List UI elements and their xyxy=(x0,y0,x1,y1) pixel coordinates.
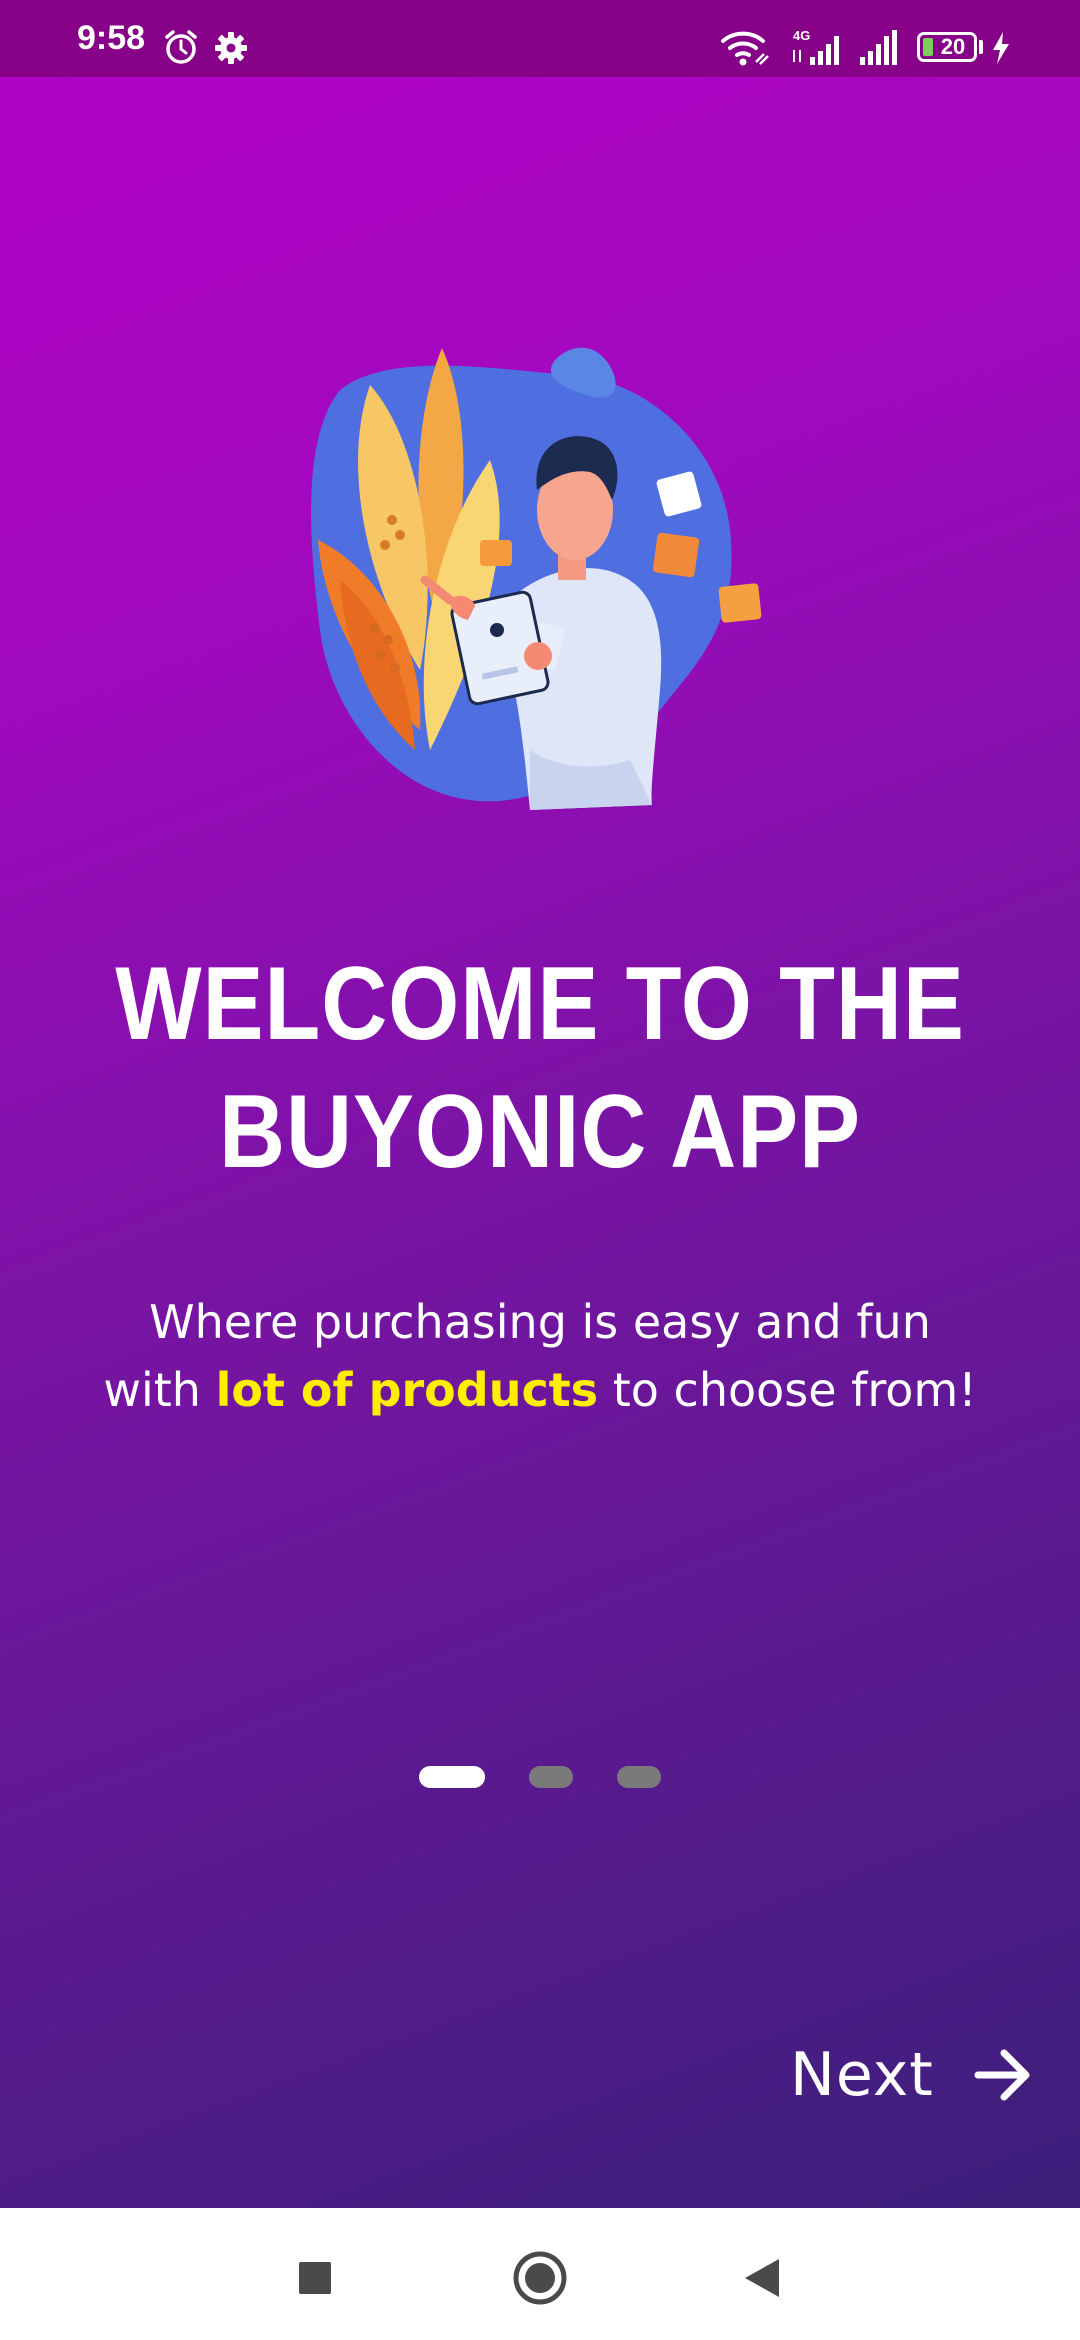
title-line-1: WELCOME TO THE xyxy=(115,946,965,1062)
subtitle-highlight: lot of products xyxy=(215,1363,599,1417)
battery-icon: 20 xyxy=(917,32,977,62)
page-dot-3[interactable] xyxy=(617,1766,661,1788)
alarm-icon xyxy=(162,28,200,71)
title-line-2: BUYONIC APP xyxy=(219,1074,861,1190)
welcome-title: WELCOME TO THE BUYONIC APP xyxy=(65,940,1015,1196)
charging-bolt-icon xyxy=(990,30,1012,71)
4g-signal-icon: 4G xyxy=(788,28,850,73)
home-circle-icon[interactable] xyxy=(500,2238,580,2318)
page-dot-2[interactable] xyxy=(529,1766,573,1788)
battery-level: 20 xyxy=(940,34,966,59)
person-with-tablet-illustration xyxy=(300,330,780,830)
battery-fill xyxy=(923,38,933,56)
system-navigation-bar xyxy=(0,2208,1080,2340)
subtitle-line-2-after: to choose from! xyxy=(598,1363,977,1417)
welcome-subtitle: Where purchasing is easy and fun with lo… xyxy=(0,1288,1080,1424)
recent-apps-square-icon[interactable] xyxy=(275,2238,355,2318)
page-indicator xyxy=(0,1766,1080,1790)
subtitle-line-2-before: with xyxy=(103,1363,216,1417)
arrow-right-icon xyxy=(974,2049,1030,2101)
status-bar: 9:58 4G 20 xyxy=(0,0,1080,77)
wifi-icon xyxy=(720,28,770,73)
signal-icon xyxy=(856,28,904,73)
svg-text:4G: 4G xyxy=(793,28,810,43)
settings-gear-icon xyxy=(213,30,249,71)
page-dot-1[interactable] xyxy=(419,1766,485,1788)
subtitle-line-1: Where purchasing is easy and fun xyxy=(149,1295,931,1349)
onboarding-screen: 9:58 4G 20 WELCOME TO THE BUYONIC APP Wh… xyxy=(0,0,1080,2208)
subtitle-line-2: with lot of products to choose from! xyxy=(0,1356,1080,1424)
battery-tip xyxy=(979,40,983,54)
next-button[interactable]: Next xyxy=(790,2040,1034,2110)
status-time: 9:58 xyxy=(77,19,146,57)
back-triangle-icon[interactable] xyxy=(722,2238,802,2318)
next-label: Next xyxy=(790,2040,934,2110)
